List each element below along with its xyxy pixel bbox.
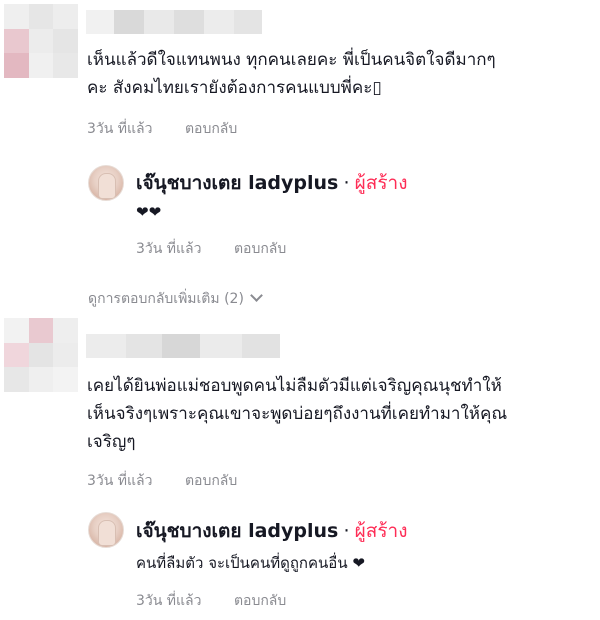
separator-dot: ·	[343, 520, 350, 542]
reply-button[interactable]: ตอบกลับ	[234, 241, 286, 257]
avatar[interactable]	[4, 318, 78, 392]
comment-text: เคยได้ยินพ่อแม่ชอบพูดคนไม่ลืมตัวมีแต่เจร…	[87, 372, 592, 456]
comment-time: 3วัน ที่แล้ว	[87, 473, 153, 489]
separator-dot: ·	[343, 172, 350, 194]
reply-header: เจ๊นุชบางเตย ladyplus · ผู้สร้าง	[136, 168, 408, 198]
comment-text-line: คะ สังคมไทยเรายังต้องการคนแบบพี่คะ▯	[87, 78, 382, 98]
comment-text-line: เห็นแล้วดีใจแทนพนง ทุกคนเลยคะ พี่เป็นคนจ…	[87, 50, 496, 70]
reply-meta: 3วัน ที่แล้ว ตอบกลับ	[136, 238, 286, 260]
comment-time: 3วัน ที่แล้ว	[87, 121, 153, 137]
reply-button[interactable]: ตอบกลับ	[234, 593, 286, 609]
creator-avatar[interactable]	[88, 512, 124, 548]
reply-header: เจ๊นุชบางเตย ladyplus · ผู้สร้าง	[136, 516, 408, 546]
reply-button[interactable]: ตอบกลับ	[185, 473, 237, 489]
reply-meta: 3วัน ที่แล้ว ตอบกลับ	[136, 590, 286, 612]
comment-text-line: เจริญๆ	[87, 432, 136, 452]
comment-text: เห็นแล้วดีใจแทนพนง ทุกคนเลยคะ พี่เป็นคนจ…	[87, 46, 592, 102]
reply-button[interactable]: ตอบกลับ	[185, 121, 237, 137]
reply-text: ❤❤	[136, 203, 162, 221]
reply-text: คนที่ลืมตัว จะเป็นคนที่ดูถูกคนอื่น ❤	[136, 554, 365, 572]
username[interactable]	[86, 10, 262, 34]
view-more-replies-button[interactable]: ดูการตอบกลับเพิ่มเติม (2)	[88, 288, 263, 310]
chevron-down-icon	[250, 289, 263, 302]
creator-avatar[interactable]	[88, 165, 124, 201]
view-more-replies-label: ดูการตอบกลับเพิ่มเติม (2)	[88, 291, 244, 307]
creator-badge: ผู้สร้าง	[354, 172, 408, 194]
username[interactable]	[86, 334, 280, 358]
comment-text-line: เคยได้ยินพ่อแม่ชอบพูดคนไม่ลืมตัวมีแต่เจร…	[87, 376, 502, 396]
creator-name[interactable]: เจ๊นุชบางเตย ladyplus	[136, 172, 338, 194]
comment-text-line: เห็นจริงๆเพราะคุณเขาจะพูดบ่อยๆถึงงานที่เ…	[87, 404, 508, 424]
creator-name[interactable]: เจ๊นุชบางเตย ladyplus	[136, 520, 338, 542]
comment-meta: 3วัน ที่แล้ว ตอบกลับ	[87, 470, 237, 492]
avatar[interactable]	[4, 4, 78, 78]
creator-badge: ผู้สร้าง	[354, 520, 408, 542]
comment-meta: 3วัน ที่แล้ว ตอบกลับ	[87, 118, 237, 140]
reply-time: 3วัน ที่แล้ว	[136, 241, 202, 257]
reply-time: 3วัน ที่แล้ว	[136, 593, 202, 609]
